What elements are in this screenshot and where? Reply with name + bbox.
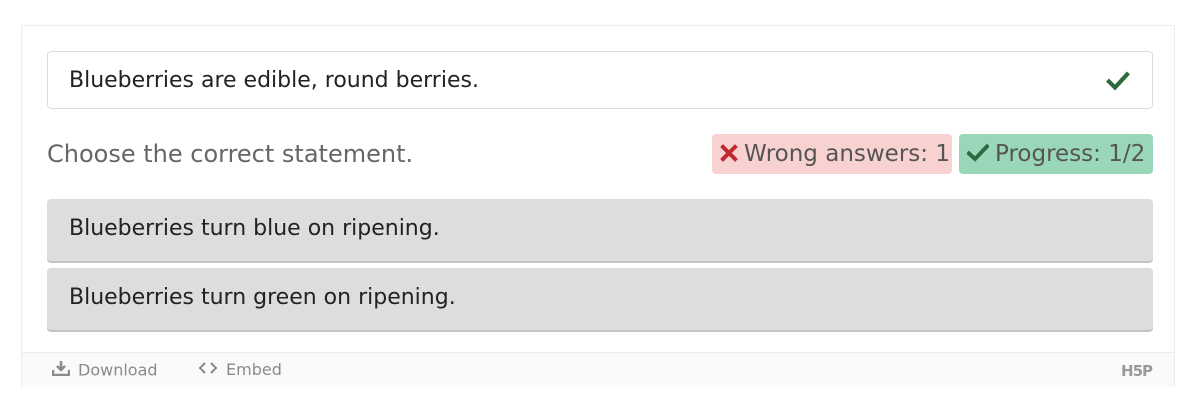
h5p-content-frame: Blueberries are edible, round berries. C… — [21, 25, 1175, 387]
progress-label: Progress: 1/2 — [995, 141, 1146, 167]
h5p-logo[interactable]: H5P — [1121, 362, 1153, 380]
embed-label: Embed — [226, 360, 282, 379]
h5p-footer: Download Embed H5P — [22, 352, 1174, 387]
download-label: Download — [78, 360, 158, 380]
answer-option[interactable]: Blueberries turn green on ripening. — [47, 268, 1153, 330]
progress-badge: Progress: 1/2 — [959, 134, 1153, 174]
download-icon — [51, 360, 71, 380]
answer-option[interactable]: Blueberries turn blue on ripening. — [47, 199, 1153, 261]
answered-statement-text: Blueberries are edible, round berries. — [69, 68, 479, 93]
x-icon — [720, 143, 738, 162]
code-icon — [198, 361, 218, 379]
wrong-answers-label: Wrong answers: 1 — [744, 141, 950, 167]
check-icon — [1106, 69, 1130, 93]
answer-option-text: Blueberries turn blue on ripening. — [69, 216, 440, 241]
answer-option-text: Blueberries turn green on ripening. — [69, 285, 456, 310]
download-button[interactable]: Download — [51, 360, 158, 381]
wrong-answers-badge: Wrong answers: 1 — [712, 134, 952, 174]
embed-button[interactable]: Embed — [198, 361, 282, 380]
answered-statement: Blueberries are edible, round berries. — [47, 51, 1153, 109]
question-text: Choose the correct statement. — [47, 140, 414, 168]
check-icon — [966, 143, 990, 162]
